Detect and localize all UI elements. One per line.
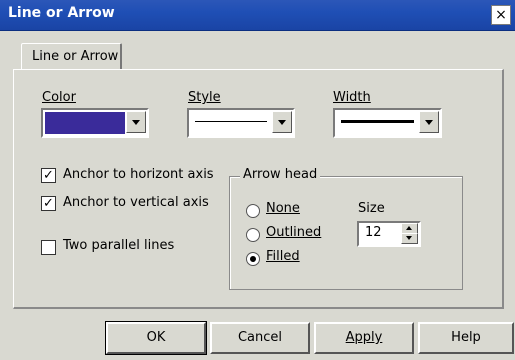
radio-none[interactable]	[246, 204, 260, 218]
cancel-button[interactable]: Cancel	[210, 322, 310, 354]
chevron-down-icon[interactable]	[401, 233, 418, 244]
radio-none-label: None	[266, 201, 300, 216]
anchor-horizontal-checkbox[interactable]: ✓	[41, 168, 56, 183]
parallel-lines-checkbox[interactable]	[41, 240, 56, 255]
apply-button[interactable]: Apply	[314, 322, 414, 354]
tab-label: Line or Arrow	[32, 49, 119, 64]
check-icon: ✓	[43, 168, 54, 183]
size-spinner[interactable]: 12	[357, 221, 421, 247]
line-width-preview	[341, 120, 414, 123]
color-swatch	[45, 112, 125, 134]
chevron-down-icon[interactable]	[126, 111, 146, 133]
arrow-head-title: Arrow head	[240, 167, 321, 182]
close-button[interactable]: ×	[491, 5, 511, 25]
anchor-vertical-checkbox[interactable]: ✓	[41, 196, 56, 211]
line-style-preview	[195, 121, 267, 122]
check-icon: ✓	[43, 196, 54, 211]
anchor-horizontal-label: Anchor to horizont axis	[63, 167, 214, 182]
anchor-vertical-label: Anchor to vertical axis	[63, 195, 209, 210]
size-value[interactable]: 12	[365, 225, 382, 240]
arrow-head-group	[229, 176, 463, 290]
window-title: Line or Arrow	[8, 5, 115, 21]
close-icon: ×	[495, 7, 507, 23]
dialog-window: Line or Arrow × Line or Arrow Color Styl…	[0, 0, 515, 360]
parallel-lines-label: Two parallel lines	[63, 238, 175, 253]
color-dropdown[interactable]	[41, 108, 149, 138]
radio-filled-label: Filled	[266, 249, 300, 264]
width-dropdown[interactable]	[333, 108, 442, 138]
width-label: Width	[333, 90, 371, 105]
radio-outlined[interactable]	[246, 228, 260, 242]
help-button[interactable]: Help	[418, 322, 514, 354]
radio-outlined-label: Outlined	[266, 225, 322, 240]
chevron-down-icon[interactable]	[419, 111, 439, 133]
tab-line-or-arrow[interactable]: Line or Arrow	[21, 43, 122, 70]
ok-button[interactable]: OK	[105, 321, 207, 355]
chevron-down-icon[interactable]	[272, 111, 292, 133]
radio-filled[interactable]	[246, 252, 260, 266]
size-label: Size	[358, 201, 385, 216]
title-bar: Line or Arrow ×	[0, 0, 515, 31]
style-dropdown[interactable]	[187, 108, 295, 138]
style-label: Style	[188, 90, 221, 105]
color-label: Color	[42, 90, 76, 105]
